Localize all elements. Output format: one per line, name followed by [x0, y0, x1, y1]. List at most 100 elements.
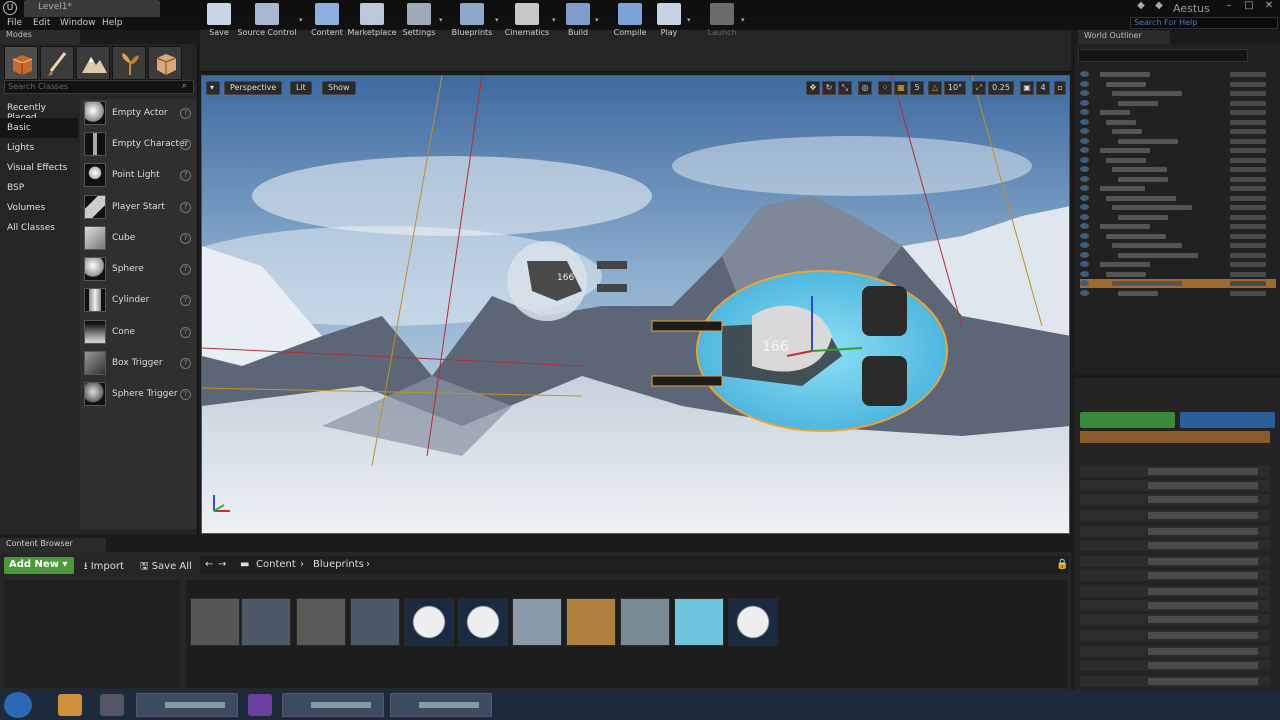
outliner-row[interactable]: [1080, 70, 1276, 79]
info-icon[interactable]: ?: [180, 389, 191, 400]
breadcrumb-blueprints[interactable]: Blueprints: [313, 559, 364, 570]
import-button[interactable]: ⭳ Import: [84, 559, 124, 576]
asset-tile[interactable]: [512, 598, 562, 646]
details-property-field[interactable]: [1148, 482, 1258, 489]
category-volumes[interactable]: Volumes: [0, 198, 78, 218]
explorer-icon[interactable]: [58, 694, 82, 716]
place-item-cylinder[interactable]: Cylinder ?: [84, 288, 192, 317]
info-icon[interactable]: ?: [180, 202, 191, 213]
details-property-row[interactable]: [1080, 600, 1270, 611]
details-property-field[interactable]: [1148, 496, 1258, 503]
details-property-field[interactable]: [1148, 662, 1258, 669]
asset-tile[interactable]: [296, 598, 346, 646]
dropdown-arrow-icon[interactable]: ▾: [299, 16, 303, 24]
save-button[interactable]: Save: [204, 2, 234, 40]
info-icon[interactable]: ?: [180, 358, 191, 369]
visibility-eye-icon[interactable]: [1080, 232, 1089, 239]
help-search-input[interactable]: Search For Help: [1130, 17, 1278, 29]
content-browser-tab[interactable]: Content Browser: [0, 538, 106, 552]
info-icon[interactable]: ?: [180, 139, 191, 150]
details-property-field[interactable]: [1148, 648, 1258, 655]
details-property-row[interactable]: [1080, 614, 1270, 625]
place-item-sphere[interactable]: Sphere ?: [84, 257, 192, 286]
visibility-eye-icon[interactable]: [1080, 80, 1089, 87]
category-bsp[interactable]: BSP: [0, 178, 78, 198]
details-property-row[interactable]: [1080, 510, 1270, 521]
blueprints-button[interactable]: Blueprints: [450, 2, 494, 40]
place-item-empty-character[interactable]: Empty Character ?: [84, 132, 192, 161]
outliner-row[interactable]: [1080, 127, 1276, 136]
visibility-eye-icon[interactable]: [1080, 289, 1089, 296]
visibility-eye-icon[interactable]: [1080, 261, 1089, 267]
outliner-row[interactable]: [1080, 80, 1276, 89]
taskbar-window-unreal[interactable]: [390, 693, 492, 717]
details-property-field[interactable]: [1148, 528, 1258, 535]
breadcrumb-content[interactable]: Content: [256, 559, 296, 570]
outliner-row[interactable]: [1080, 118, 1276, 127]
visibility-eye-icon[interactable]: [1080, 137, 1089, 144]
taskbar-window[interactable]: [282, 693, 384, 717]
visibility-eye-icon[interactable]: [1080, 71, 1089, 77]
asset-tile[interactable]: [674, 598, 724, 646]
category-recently-placed[interactable]: Recently Placed: [0, 98, 78, 123]
details-property-field[interactable]: [1148, 678, 1258, 685]
outliner-row[interactable]: [1080, 260, 1276, 269]
menu-window[interactable]: Window: [60, 18, 96, 28]
world-local-icon[interactable]: ◎: [858, 81, 872, 95]
details-property-field[interactable]: [1148, 572, 1258, 579]
asset-tile[interactable]: [728, 598, 778, 646]
foliage-mode-button[interactable]: [112, 46, 146, 80]
rotation-snap-icon[interactable]: △: [928, 81, 942, 95]
visual-studio-icon[interactable]: [248, 694, 272, 716]
launch-button[interactable]: Launch: [704, 2, 740, 40]
details-property-field[interactable]: [1148, 512, 1258, 519]
menu-file[interactable]: File: [7, 18, 22, 28]
info-icon[interactable]: ?: [180, 233, 191, 244]
outliner-row[interactable]: [1080, 251, 1276, 260]
place-item-player-start[interactable]: Player Start ?: [84, 195, 192, 224]
outliner-row[interactable]: [1080, 213, 1276, 222]
place-item-empty-actor[interactable]: Empty Actor ?: [84, 101, 192, 130]
feedback-icon[interactable]: ◆: [1152, 0, 1166, 14]
menu-edit[interactable]: Edit: [33, 18, 50, 28]
paint-mode-button[interactable]: [40, 46, 74, 80]
add-new-button[interactable]: Add New ▾: [4, 557, 74, 574]
visibility-eye-icon[interactable]: [1080, 99, 1089, 106]
surface-snap-icon[interactable]: ⁘: [878, 81, 892, 95]
visibility-eye-icon[interactable]: [1080, 270, 1089, 277]
visibility-eye-icon[interactable]: [1080, 185, 1089, 191]
place-item-box-trigger[interactable]: Box Trigger ?: [84, 351, 192, 380]
viewport-options-button[interactable]: ▾: [206, 81, 220, 95]
details-property-field[interactable]: [1148, 588, 1258, 595]
cinematics-button[interactable]: Cinematics: [503, 2, 551, 40]
place-item-point-light[interactable]: Point Light ?: [84, 163, 192, 192]
world-outliner-tab[interactable]: World Outliner: [1078, 30, 1170, 44]
geometry-mode-button[interactable]: [148, 46, 182, 80]
grid-snap-icon[interactable]: ▦: [894, 81, 908, 95]
edit-blueprint-button[interactable]: [1180, 412, 1275, 428]
visibility-eye-icon[interactable]: [1080, 213, 1089, 220]
visibility-eye-icon[interactable]: [1080, 251, 1089, 258]
details-property-row[interactable]: [1080, 466, 1270, 477]
details-property-row[interactable]: [1080, 646, 1270, 657]
folder-tree[interactable]: [4, 580, 180, 688]
asset-tile[interactable]: [241, 598, 291, 646]
content-button[interactable]: Content: [310, 2, 344, 40]
asset-tile[interactable]: [404, 598, 454, 646]
rotation-snap-value[interactable]: 10°: [944, 81, 966, 95]
details-property-row[interactable]: [1080, 556, 1270, 567]
details-property-row[interactable]: [1080, 660, 1270, 671]
outliner-row[interactable]: [1080, 232, 1276, 241]
notification-icon[interactable]: ◆: [1134, 0, 1148, 14]
details-property-field[interactable]: [1148, 558, 1258, 565]
visibility-eye-icon[interactable]: [1080, 128, 1089, 134]
asset-tile[interactable]: [350, 598, 400, 646]
visibility-eye-icon[interactable]: [1080, 90, 1089, 96]
system-tray[interactable]: [1040, 700, 1215, 710]
outliner-row[interactable]: [1080, 203, 1276, 212]
outliner-row[interactable]: [1080, 99, 1276, 108]
details-property-row[interactable]: [1080, 480, 1270, 491]
place-mode-button[interactable]: [4, 46, 38, 80]
rotate-tool-icon[interactable]: ↻: [822, 81, 836, 95]
details-property-row[interactable]: [1080, 630, 1270, 641]
